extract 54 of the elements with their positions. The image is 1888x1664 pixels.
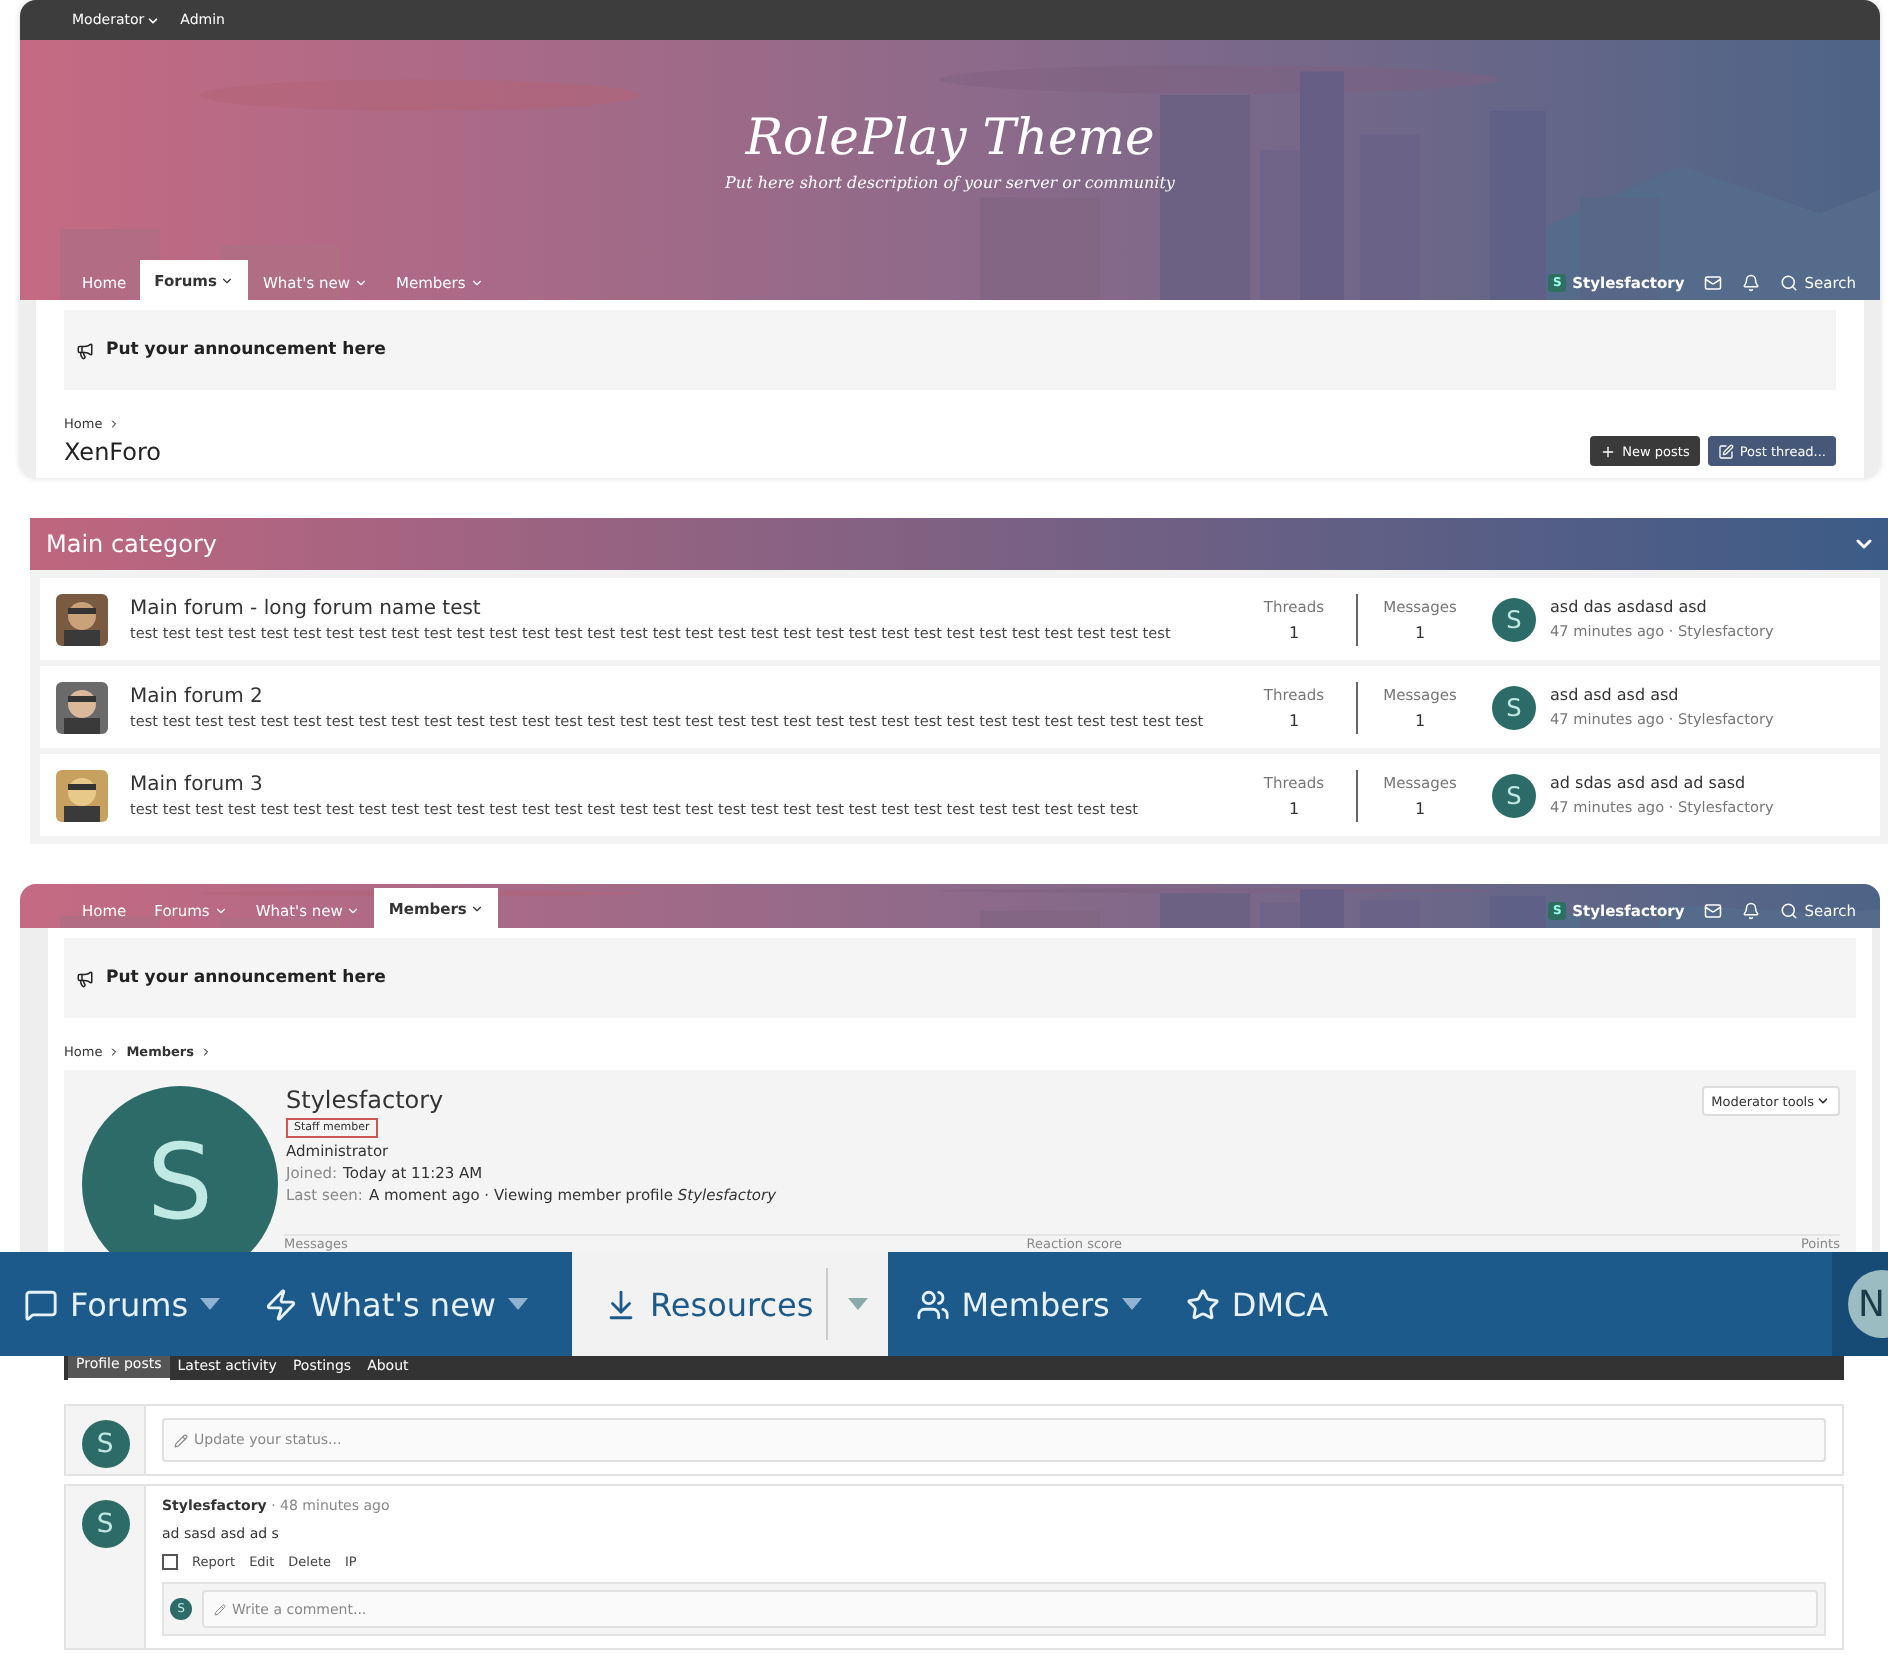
chevron-icon <box>108 418 121 430</box>
lightning-icon <box>264 1287 299 1321</box>
stat-value: 1 <box>1414 711 1426 729</box>
stat-value: 1 <box>1414 799 1426 817</box>
nav-tab[interactable]: DMCA <box>1185 1252 1329 1356</box>
pencil-icon <box>214 1603 226 1615</box>
announcement-text: Put your announcement here <box>106 968 386 988</box>
site-description: Put here short description of your server or community <box>723 174 1177 192</box>
megaphone-icon <box>76 969 94 987</box>
forum-title[interactable]: Main forum 2 <box>130 685 1234 707</box>
avatar[interactable]: N <box>1848 1270 1888 1338</box>
users-icon <box>915 1287 950 1321</box>
caret-icon <box>1816 1094 1830 1108</box>
category-header[interactable]: Main category <box>30 518 1888 570</box>
bell-icon[interactable] <box>1742 273 1761 291</box>
nav-tab[interactable]: Members <box>915 1252 1142 1356</box>
forum-title[interactable]: Main forum 3 <box>130 773 1234 795</box>
star-icon <box>1185 1287 1220 1321</box>
avatar: S <box>82 1086 278 1252</box>
edit-icon <box>1717 443 1734 459</box>
checkbox[interactable] <box>162 1554 178 1570</box>
stat-value: 1 <box>1288 623 1300 641</box>
mail-icon[interactable] <box>1704 273 1723 291</box>
avatar: S <box>1492 597 1536 641</box>
last-post-title[interactable]: asd asd asd asd <box>1550 686 1774 704</box>
search-icon <box>1780 273 1799 291</box>
category-title: Main category <box>46 530 219 558</box>
nav-tab[interactable]: What's new <box>264 1252 528 1356</box>
forum-title[interactable]: Main forum - long forum name test <box>130 597 1234 619</box>
avatar: S <box>81 1420 129 1468</box>
search-icon <box>1780 901 1799 919</box>
last-post-title[interactable]: ad sdas asd asd ad sasd <box>1550 774 1774 792</box>
chevron-icon <box>108 1046 121 1058</box>
chat-bubble-icon <box>24 1287 58 1321</box>
avatar: S <box>1492 685 1536 729</box>
bell-icon[interactable] <box>1742 901 1761 919</box>
avatar: S <box>1492 773 1536 817</box>
stat-value: 1 <box>1288 711 1300 729</box>
site-title: RolePlay Theme <box>743 108 1157 166</box>
announcement-text: Put your announcement here <box>106 340 386 360</box>
download-icon <box>604 1287 638 1321</box>
member-name: Stylesfactory <box>286 1086 446 1114</box>
nav-tab[interactable]: Forums <box>24 1252 221 1356</box>
stat-value: 1 <box>1288 799 1300 817</box>
stat-value: 1 <box>1414 623 1426 641</box>
mail-icon[interactable] <box>1704 901 1723 919</box>
nav-tab[interactable]: Resources <box>572 1252 888 1356</box>
last-post-title[interactable]: asd das asdasd asd <box>1550 598 1774 616</box>
page-title: XenForo <box>64 437 161 465</box>
avatar: S <box>81 1500 129 1548</box>
chevron-icon <box>200 1046 212 1058</box>
megaphone-icon <box>76 341 94 359</box>
plus-icon <box>1600 443 1617 459</box>
pencil-icon <box>174 1433 188 1447</box>
